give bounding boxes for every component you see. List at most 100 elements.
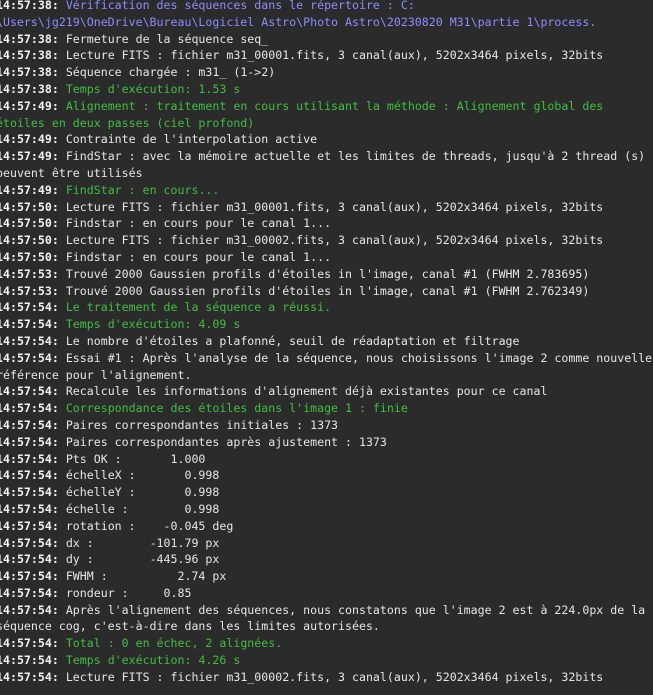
log-message: Temps d'exécution: 1.53 s xyxy=(65,81,241,96)
log-timestamp: 14:57:54: xyxy=(0,485,66,500)
log-message: Le nombre d'étoiles a plafonné, seuil de… xyxy=(65,333,520,348)
log-timestamp: 14:57:54: xyxy=(0,384,66,399)
log-message: Lecture FITS : fichier m31_00002.fits, 3… xyxy=(65,669,604,684)
log-timestamp: 14:57:38: xyxy=(0,0,66,12)
log-message: Lecture FITS : fichier m31_00001.fits, 3… xyxy=(65,48,604,63)
log-line: 14:57:49: Alignement : traitement en cou… xyxy=(0,98,653,115)
log-line: 14:57:54: Total : 0 en échec, 2 alignées… xyxy=(0,635,653,652)
log-timestamp: 14:57:54: xyxy=(0,333,66,348)
log-message: échelleY : 0.998 xyxy=(65,485,220,500)
log-line: 14:57:54: rotation : -0.045 deg xyxy=(0,518,653,535)
log-timestamp: 14:57:54: xyxy=(0,636,66,651)
log-message: rotation : -0.045 deg xyxy=(65,518,234,533)
log-message: Correspondance des étoiles dans l'image … xyxy=(65,401,408,416)
log-timestamp: 14:57:54: xyxy=(0,535,66,550)
log-message: séquence cog, c'est-à-dire dans les limi… xyxy=(0,619,380,634)
log-message: peuvent être utilisés xyxy=(0,165,143,180)
log-line: 14:57:38: Fermeture de la séquence seq_ xyxy=(0,31,653,48)
log-timestamp: 14:57:54: xyxy=(0,501,66,516)
log-message: dy : -445.96 px xyxy=(65,552,220,567)
log-timestamp: 14:57:53: xyxy=(0,283,66,298)
log-message: Recalcule les informations d'alignement … xyxy=(65,384,548,399)
log-line: référence pour l'alignement. xyxy=(0,367,653,384)
log-timestamp: 14:57:50: xyxy=(0,249,66,264)
log-line: 14:57:50: Lecture FITS : fichier m31_000… xyxy=(0,199,653,216)
log-message: étoiles en deux passes (ciel profond) xyxy=(0,115,255,130)
log-line: 14:57:54: Paires correspondantes après a… xyxy=(0,434,653,451)
log-message: Le traitement de la séquence a réussi. xyxy=(65,300,332,315)
log-message: Temps d'exécution: 4.09 s xyxy=(65,317,241,332)
log-line: peuvent être utilisés xyxy=(0,165,653,182)
log-timestamp: 14:57:50: xyxy=(0,233,66,248)
log-line: 14:57:54: échelle : 0.998 xyxy=(0,501,653,518)
log-message: FindStar : avec la mémoire actuelle et l… xyxy=(65,149,646,164)
log-line: 14:57:49: FindStar : avec la mémoire act… xyxy=(0,148,653,165)
log-line: 14:57:50: Findstar : en cours pour le ca… xyxy=(0,215,653,232)
log-line: 14:57:49: FindStar : en cours... xyxy=(0,182,653,199)
log-timestamp: 14:57:54: xyxy=(0,417,66,432)
log-line: étoiles en deux passes (ciel profond) xyxy=(0,115,653,132)
log-line: 14:57:54: Le nombre d'étoiles a plafonné… xyxy=(0,333,653,350)
log-message: Contrainte de l'interpolation active xyxy=(65,132,318,147)
log-message: Findstar : en cours pour le canal 1... xyxy=(65,216,332,231)
log-line: 14:57:54: Correspondance des étoiles dan… xyxy=(0,400,653,417)
log-line: 14:57:54: Après l'alignement des séquenc… xyxy=(0,602,653,619)
log-line: 14:57:54: Paires correspondantes initial… xyxy=(0,417,653,434)
log-timestamp: 14:57:54: xyxy=(0,569,66,584)
log-timestamp: 14:57:54: xyxy=(0,401,66,416)
log-line: 14:57:50: Findstar : en cours pour le ca… xyxy=(0,249,653,266)
log-timestamp: 14:57:54: xyxy=(0,552,66,567)
log-message: Total : 0 en échec, 2 alignées. xyxy=(65,636,283,651)
log-message: \Users\jg219\OneDrive\Bureau\Logiciel As… xyxy=(0,14,597,29)
log-timestamp: 14:57:54: xyxy=(0,602,66,617)
log-timestamp: 14:57:49: xyxy=(0,98,66,113)
log-timestamp: 14:57:50: xyxy=(0,199,66,214)
log-timestamp: 14:57:38: xyxy=(0,65,66,80)
log-timestamp: 14:57:53: xyxy=(0,266,66,281)
log-message: Trouvé 2000 Gaussien profils d'étoiles i… xyxy=(65,266,590,281)
log-line: 14:57:54: échelleX : 0.998 xyxy=(0,467,653,484)
log-message: Findstar : en cours pour le canal 1... xyxy=(65,249,332,264)
log-line: \Users\jg219\OneDrive\Bureau\Logiciel As… xyxy=(0,14,653,31)
log-timestamp: 14:57:38: xyxy=(0,81,66,96)
log-message: Après l'alignement des séquences, nous c… xyxy=(65,602,646,617)
log-message: FWHM : 2.74 px xyxy=(65,569,227,584)
log-timestamp: 14:57:38: xyxy=(0,48,66,63)
log-timestamp: 14:57:54: xyxy=(0,434,66,449)
log-message: échelle : 0.998 xyxy=(65,501,220,516)
log-line: 14:57:54: Essai #1 : Après l'analyse de … xyxy=(0,350,653,367)
log-timestamp: 14:57:54: xyxy=(0,669,66,684)
log-line: 14:57:54: dx : -101.79 px xyxy=(0,535,653,552)
log-line: 14:57:38: Séquence chargée : m31_ (1->2) xyxy=(0,64,653,81)
log-message: Pts OK : 1.000 xyxy=(65,451,206,466)
log-line: 14:57:54: FWHM : 2.74 px xyxy=(0,568,653,585)
log-line: 14:57:54: Temps d'exécution: 4.09 s xyxy=(0,316,653,333)
log-line: 14:57:54: Pts OK : 1.000 xyxy=(0,451,653,468)
log-message: rondeur : 0.85 xyxy=(65,585,192,600)
log-line: 14:57:49: Contrainte de l'interpolation … xyxy=(0,131,653,148)
log-timestamp: 14:57:54: xyxy=(0,350,66,365)
log-line: 14:57:54: Temps d'exécution: 4.26 s xyxy=(0,652,653,669)
log-line: séquence cog, c'est-à-dire dans les limi… xyxy=(0,618,653,635)
log-timestamp: 14:57:50: xyxy=(0,216,66,231)
log-message: Séquence chargée : m31_ (1->2) xyxy=(65,65,276,80)
log-timestamp: 14:57:54: xyxy=(0,468,66,483)
log-line: 14:57:54: dy : -445.96 px xyxy=(0,551,653,568)
log-timestamp: 14:57:54: xyxy=(0,585,66,600)
log-timestamp: 14:57:38: xyxy=(0,31,66,46)
log-message: référence pour l'alignement. xyxy=(0,367,192,382)
log-timestamp: 14:57:49: xyxy=(0,182,66,197)
log-line: 14:57:38: Lecture FITS : fichier m31_000… xyxy=(0,47,653,64)
log-line: 14:57:53: Trouvé 2000 Gaussien profils d… xyxy=(0,266,653,283)
log-timestamp: 14:57:49: xyxy=(0,149,66,164)
log-message: FindStar : en cours... xyxy=(65,182,220,197)
log-timestamp: 14:57:54: xyxy=(0,300,66,315)
console-log[interactable]: 14:57:38: Vérification des séquences dan… xyxy=(0,0,653,695)
log-line: 14:57:38: Temps d'exécution: 1.53 s xyxy=(0,81,653,98)
log-message: Lecture FITS : fichier m31_00001.fits, 3… xyxy=(65,199,604,214)
log-timestamp: 14:57:54: xyxy=(0,317,66,332)
log-message: Fermeture de la séquence seq_ xyxy=(65,31,269,46)
log-line: 14:57:54: Recalcule les informations d'a… xyxy=(0,383,653,400)
log-timestamp: 14:57:49: xyxy=(0,132,66,147)
log-message: Paires correspondantes initiales : 1373 xyxy=(65,417,339,432)
